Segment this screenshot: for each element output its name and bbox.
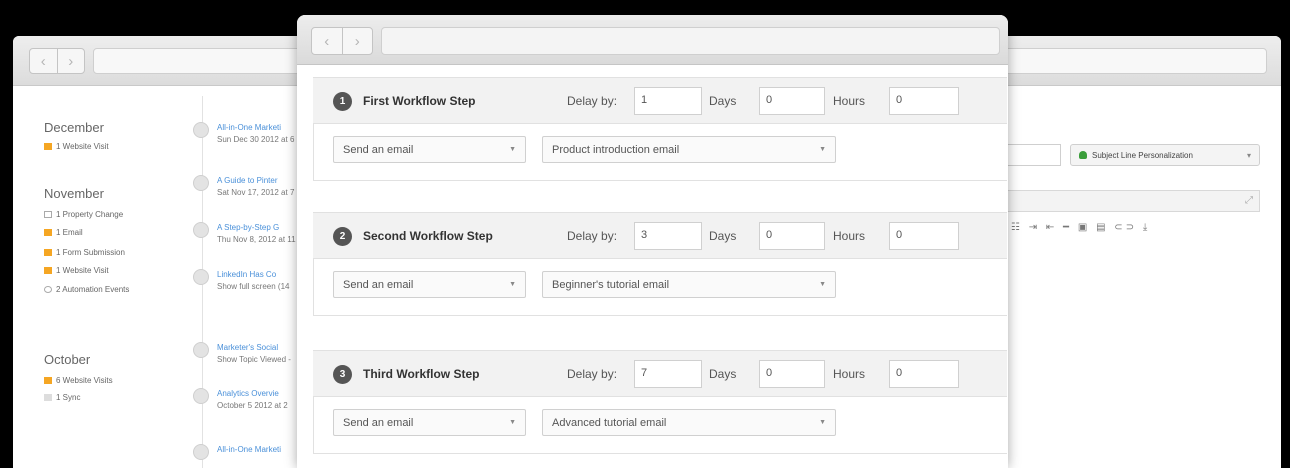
browser-nav-buttons: ‹ › bbox=[29, 48, 85, 74]
days-label: Days bbox=[709, 94, 737, 108]
event-summary[interactable]: 1 Property Change bbox=[44, 210, 123, 219]
step-header: 3 Third Workflow Step Delay by: 7 Days 0… bbox=[313, 350, 1007, 397]
hours-label: Hours bbox=[833, 367, 866, 381]
web-visit-icon bbox=[44, 143, 52, 150]
step-title: First Workflow Step bbox=[363, 94, 476, 108]
step-body: Send an email ▼ Beginner's tutorial email… bbox=[313, 259, 1007, 316]
back-arrow-icon[interactable]: ‹ bbox=[312, 28, 343, 54]
event-summary[interactable]: 1 Website Visit bbox=[44, 266, 109, 275]
days-label: Days bbox=[709, 229, 737, 243]
back-arrow-icon[interactable]: ‹ bbox=[30, 49, 58, 73]
days-input[interactable]: 0 bbox=[759, 222, 825, 250]
step-header: 1 First Workflow Step Delay by: 1 Days 0… bbox=[313, 77, 1007, 124]
workflow-window: ‹ › 1 First Workflow Step Delay by: 1 Da… bbox=[297, 15, 1008, 468]
browser-nav-buttons: ‹ › bbox=[311, 27, 373, 55]
workflow-step: 1 First Workflow Step Delay by: 1 Days 0… bbox=[313, 77, 1007, 181]
month-heading: November bbox=[44, 186, 104, 201]
delay-label: Delay by: bbox=[567, 229, 618, 243]
action-select[interactable]: Send an email ▼ bbox=[333, 136, 526, 163]
delay-input[interactable]: 1 bbox=[634, 87, 702, 115]
chevron-down-icon: ▼ bbox=[509, 281, 516, 288]
page-icon bbox=[193, 342, 209, 358]
workflow-step: 2 Second Workflow Step Delay by: 3 Days … bbox=[313, 212, 1007, 316]
step-number-badge: 2 bbox=[333, 227, 352, 246]
subject-personalization-button[interactable]: Subject Line Personalization ▾ bbox=[1070, 144, 1260, 166]
timeline-entry[interactable]: Marketer's Social Show Topic Viewed - bbox=[193, 342, 291, 366]
chevron-down-icon: ▼ bbox=[819, 281, 826, 288]
step-header: 2 Second Workflow Step Delay by: 3 Days … bbox=[313, 212, 1007, 259]
delay-input[interactable]: 3 bbox=[634, 222, 702, 250]
editor-header: ⤢ bbox=[1007, 190, 1260, 212]
page-icon bbox=[193, 175, 209, 191]
web-visit-icon bbox=[44, 267, 52, 274]
editor-toolbar[interactable]: ☷ ⇥ ⇤ ━ ▣ ▤ ⊂⊃ ⤓ bbox=[1007, 222, 1260, 233]
page-icon bbox=[193, 122, 209, 138]
month-heading: December bbox=[44, 120, 104, 135]
timeline-entry[interactable]: A Step-by-Step G Thu Nov 8, 2012 at 11 bbox=[193, 222, 296, 246]
email-icon bbox=[44, 229, 52, 236]
form-icon bbox=[193, 269, 209, 285]
chevron-down-icon: ▼ bbox=[509, 419, 516, 426]
timeline-entry[interactable]: Analytics Overvie October 5 2012 at 2 bbox=[193, 388, 288, 412]
email-select[interactable]: Product introduction email ▼ bbox=[542, 136, 836, 163]
timeline-entry[interactable]: A Guide to Pinter Sat Nov 17, 2012 at 7 bbox=[193, 175, 294, 199]
days-label: Days bbox=[709, 367, 737, 381]
forward-arrow-icon[interactable]: › bbox=[343, 28, 373, 54]
email-select[interactable]: Beginner's tutorial email ▼ bbox=[542, 271, 836, 298]
hours-input[interactable]: 0 bbox=[889, 87, 959, 115]
hours-label: Hours bbox=[833, 94, 866, 108]
expand-icon[interactable]: ⤢ bbox=[1245, 195, 1253, 206]
hours-input[interactable]: 0 bbox=[889, 360, 959, 388]
form-icon bbox=[44, 249, 52, 256]
subject-input[interactable] bbox=[1007, 144, 1061, 166]
step-body: Send an email ▼ Product introduction emai… bbox=[313, 124, 1007, 181]
address-bar[interactable] bbox=[381, 27, 1000, 55]
event-summary[interactable]: 2 Automation Events bbox=[44, 285, 129, 294]
chevron-down-icon: ▾ bbox=[1246, 150, 1251, 160]
event-summary[interactable]: 1 Sync bbox=[44, 393, 80, 402]
web-visit-icon bbox=[44, 377, 52, 384]
chevron-down-icon: ▼ bbox=[819, 419, 826, 426]
page-icon bbox=[193, 444, 209, 460]
workflow-step: 3 Third Workflow Step Delay by: 7 Days 0… bbox=[313, 350, 1007, 454]
timeline-entry[interactable]: All-in-One Marketi bbox=[193, 444, 281, 460]
event-summary[interactable]: 6 Website Visits bbox=[44, 376, 113, 385]
delay-label: Delay by: bbox=[567, 367, 618, 381]
event-summary[interactable]: 1 Website Visit bbox=[44, 142, 109, 151]
email-icon bbox=[193, 222, 209, 238]
person-icon bbox=[1079, 151, 1087, 159]
chevron-down-icon: ▼ bbox=[509, 146, 516, 153]
action-select[interactable]: Send an email ▼ bbox=[333, 409, 526, 436]
browser-toolbar: ‹ › bbox=[297, 15, 1008, 65]
timeline-entry[interactable]: All-in-One Marketi Sun Dec 30 2012 at 6 bbox=[193, 122, 294, 146]
clock-icon bbox=[44, 286, 52, 293]
step-number-badge: 1 bbox=[333, 92, 352, 111]
days-input[interactable]: 0 bbox=[759, 87, 825, 115]
step-title: Second Workflow Step bbox=[363, 229, 493, 243]
step-title: Third Workflow Step bbox=[363, 367, 480, 381]
chevron-down-icon: ▼ bbox=[819, 146, 826, 153]
event-summary[interactable]: 1 Form Submission bbox=[44, 248, 125, 257]
email-select[interactable]: Advanced tutorial email ▼ bbox=[542, 409, 836, 436]
delay-input[interactable]: 7 bbox=[634, 360, 702, 388]
timeline-entry[interactable]: LinkedIn Has Co Show full screen (14 bbox=[193, 269, 289, 293]
step-body: Send an email ▼ Advanced tutorial email ▼ bbox=[313, 397, 1007, 454]
event-summary[interactable]: 1 Email bbox=[44, 228, 83, 237]
hours-input[interactable]: 0 bbox=[889, 222, 959, 250]
hours-label: Hours bbox=[833, 229, 866, 243]
action-select[interactable]: Send an email ▼ bbox=[333, 271, 526, 298]
page-icon bbox=[193, 388, 209, 404]
step-number-badge: 3 bbox=[333, 365, 352, 384]
forward-arrow-icon[interactable]: › bbox=[58, 49, 85, 73]
sync-icon bbox=[44, 394, 52, 401]
days-input[interactable]: 0 bbox=[759, 360, 825, 388]
month-heading: October bbox=[44, 352, 91, 367]
activity-timeline: December 1 Website Visit November 1 Prop… bbox=[13, 86, 313, 468]
flag-icon bbox=[44, 211, 52, 218]
delay-label: Delay by: bbox=[567, 94, 618, 108]
